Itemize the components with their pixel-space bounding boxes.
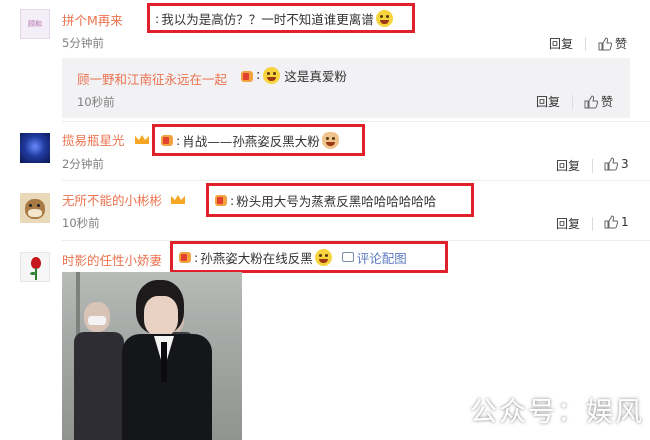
reply-text-row: : 这是真爱粉 xyxy=(240,66,347,85)
comment-text-highlight: : 肖战——孙燕姿反黑大粉 xyxy=(152,124,365,156)
action-separator xyxy=(585,37,586,51)
like-button[interactable]: 赞 xyxy=(584,93,613,110)
vip-badge-icon xyxy=(240,69,254,83)
laughing-emoji-icon xyxy=(314,248,332,266)
thumbs-up-icon xyxy=(604,215,618,229)
reply-username[interactable]: 顾一野和江南征永远在一起 xyxy=(77,69,227,88)
comment-divider xyxy=(62,180,650,181)
reply-label: 回复 xyxy=(549,37,574,51)
like-label: 赞 xyxy=(615,37,628,51)
comment-username[interactable]: 时影的任性小娇妻 xyxy=(62,250,162,269)
avatar[interactable]: 顾和 xyxy=(20,9,50,39)
reply-label: 回复 xyxy=(556,217,581,231)
reply-time: 10秒前 xyxy=(77,95,115,109)
like-count: 3 xyxy=(621,157,629,171)
action-separator xyxy=(592,217,593,231)
comment-image-link[interactable]: 评论配图 xyxy=(341,248,407,267)
reply-button[interactable]: 回复 xyxy=(556,157,580,174)
thumbs-up-icon xyxy=(598,36,612,50)
avatar[interactable] xyxy=(20,133,50,163)
comment-text-highlight: : 孙燕姿大粉在线反黑 评论配图 xyxy=(170,241,448,273)
like-label: 赞 xyxy=(601,95,614,109)
doge-emoji-icon xyxy=(263,67,281,84)
comment-text-highlight: : 粉头用大号为蒸煮反黑哈哈哈哈哈哈 xyxy=(206,183,474,217)
comment-divider xyxy=(62,121,650,122)
thumbs-up-icon xyxy=(584,94,598,108)
reply-button[interactable]: 回复 xyxy=(556,215,580,232)
comment-username[interactable]: 拼个M再来 xyxy=(62,10,123,29)
image-icon xyxy=(341,252,354,262)
text-prefix: : xyxy=(155,10,160,26)
reply-label: 回复 xyxy=(556,159,581,173)
comment-username[interactable]: 揽易瓶星光 xyxy=(62,130,125,149)
comment-image[interactable] xyxy=(62,272,242,440)
comment-text: 孙燕姿大粉在线反黑 xyxy=(200,250,313,266)
comment-time: 5分钟前 xyxy=(62,36,104,50)
vip-badge-icon xyxy=(160,133,174,147)
comment-text: 肖战——孙燕姿反黑大粉 xyxy=(182,133,320,149)
vip-crown-icon xyxy=(171,192,185,204)
doge-emoji-icon xyxy=(375,9,393,27)
action-separator xyxy=(592,159,593,173)
reply-button[interactable]: 回复 xyxy=(536,93,560,110)
like-button[interactable]: 1 xyxy=(604,215,629,229)
avatar-text: 顾和 xyxy=(28,20,42,28)
reply-button[interactable]: 回复 xyxy=(549,35,573,52)
like-button[interactable]: 3 xyxy=(604,157,629,171)
cat-emoji-icon xyxy=(321,131,339,149)
watermark: 公众号：娱风 xyxy=(470,397,644,428)
comment-text: 粉头用大号为蒸煮反黑哈哈哈哈哈哈 xyxy=(236,193,437,209)
text-prefix: : xyxy=(230,192,235,208)
comment-time: 10秒前 xyxy=(62,216,100,230)
avatar[interactable] xyxy=(20,193,50,223)
comment-username[interactable]: 无所不能的小彬彬 xyxy=(62,190,162,209)
text-prefix: : xyxy=(176,132,181,148)
comment-image-link-label: 评论配图 xyxy=(356,250,407,266)
comment-time: 2分钟前 xyxy=(62,157,104,171)
text-prefix: : xyxy=(194,249,199,265)
like-count: 1 xyxy=(621,215,629,229)
like-button[interactable]: 赞 xyxy=(598,35,627,52)
vip-crown-icon xyxy=(135,132,149,144)
vip-badge-icon xyxy=(214,193,228,207)
reply-text: 这是真爱粉 xyxy=(284,69,347,84)
avatar[interactable] xyxy=(20,252,50,282)
thumbs-up-icon xyxy=(604,157,618,171)
action-separator xyxy=(572,95,573,109)
vip-badge-icon xyxy=(178,250,192,264)
comment-text-highlight: : 我以为是高仿？？一时不知道谁更离谱 xyxy=(147,3,415,33)
text-prefix: : xyxy=(256,68,261,83)
comment-text: 我以为是高仿？？一时不知道谁更离谱 xyxy=(161,11,374,27)
reply-label: 回复 xyxy=(536,95,561,109)
